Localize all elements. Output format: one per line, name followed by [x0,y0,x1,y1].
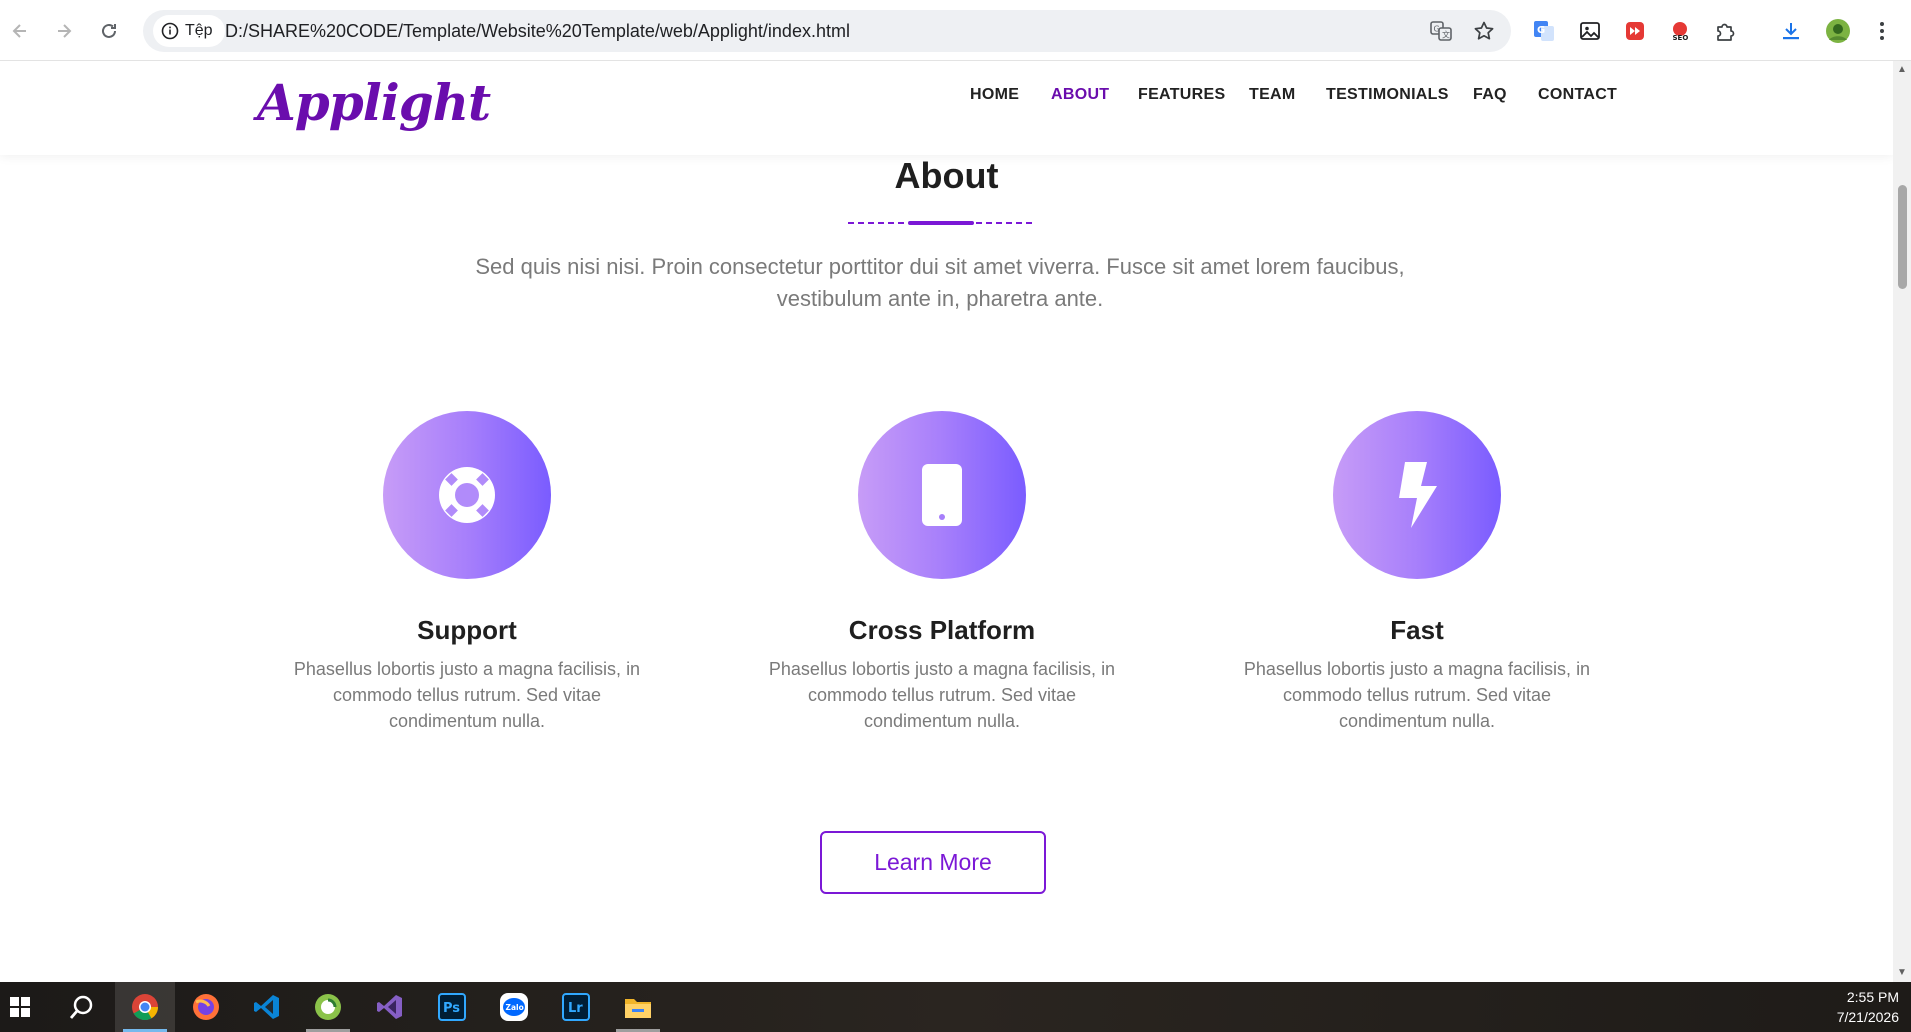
taskbar-firefox[interactable] [176,982,236,1032]
reload-button[interactable] [92,14,126,48]
nav-item-home[interactable]: HOME [970,86,1019,104]
feature-text: Phasellus lobortis justo a magna facilis… [293,659,641,731]
feature-icon-circle [1333,411,1501,579]
google-translate-icon: G [1534,21,1554,41]
svg-text:SEO: SEO [1673,34,1689,42]
visual-studio-icon [377,995,402,1019]
more-vertical-icon [1880,22,1884,40]
feature-card-support: Support Phasellus lobortis justo a magna… [277,411,657,734]
taskbar-lightroom[interactable]: Lr [546,982,606,1032]
taskbar-file-explorer[interactable] [608,982,668,1032]
web-page: Applight HOME ABOUT FEATURES TEAM TESTIM… [0,61,1893,982]
nav-item-faq[interactable]: FAQ [1473,86,1507,104]
windows-start-icon [10,997,30,1017]
site-logo[interactable]: Applight [257,73,491,132]
video-extension[interactable] [1621,17,1649,45]
photoshop-label: Ps [443,1001,460,1016]
scroll-down-arrow[interactable]: ▼ [1897,968,1907,978]
profile-button[interactable] [1824,17,1852,45]
section-lead: Sed quis nisi nisi. Proin consectetur po… [475,254,1405,311]
downloads-button[interactable] [1777,17,1805,45]
photoshop-icon: Ps [438,993,466,1021]
download-icon [1783,23,1799,40]
taskbar-zalo[interactable]: Zalo [484,982,544,1032]
firefox-icon [193,994,219,1020]
taskbar-search[interactable] [52,982,112,1032]
scroll-thumb[interactable] [1898,185,1907,289]
seo-extension[interactable]: SEO [1666,17,1694,45]
image-extension[interactable] [1576,17,1604,45]
nav-item-testimonials[interactable]: TESTIMONIALS [1326,86,1449,104]
scroll-up-arrow[interactable]: ▲ [1897,65,1907,75]
feature-icon-circle [383,411,551,579]
taskbar-chrome[interactable] [115,982,175,1032]
lifebuoy-icon [439,467,495,523]
feature-text: Phasellus lobortis justo a magna facilis… [1243,659,1591,731]
taskbar-visual-studio[interactable] [360,982,420,1032]
taskbar-vscode[interactable] [237,982,297,1032]
vscode-icon [254,995,279,1019]
image-icon [1580,22,1600,40]
bolt-icon [1399,462,1437,528]
search-icon [69,995,93,1019]
svg-text:G: G [1537,25,1545,36]
browser-toolbar: Tệp D:/SHARE%20CODE/Template/Website%20T… [0,0,1911,61]
windows-taskbar: Ps Zalo Lr 2:55 PM 7/21/2026 [0,982,1911,1032]
bookmark-button[interactable] [1472,19,1496,43]
feature-title: Fast [1390,615,1444,645]
nav-item-features[interactable]: FEATURES [1138,86,1225,104]
site-info-label: Tệp [185,22,213,39]
google-translate-extension[interactable]: G [1530,17,1558,45]
info-icon [161,22,179,40]
file-explorer-icon [625,999,651,1018]
zalo-label: Zalo [506,1003,524,1012]
forward-button[interactable] [47,14,81,48]
arrow-left-icon [12,24,26,38]
browser-menu-button[interactable] [1868,17,1896,45]
avatar-icon [1826,19,1850,43]
back-button[interactable] [3,14,37,48]
chrome-icon [132,994,159,1021]
puzzle-icon [1717,23,1735,41]
taskbar-coccoc[interactable] [298,982,358,1032]
feature-title: Cross Platform [848,615,1036,645]
lightroom-icon: Lr [562,993,590,1021]
lightroom-label: Lr [568,1001,583,1016]
star-icon [1474,21,1494,40]
nav-item-about[interactable]: ABOUT [1051,86,1109,104]
arrow-right-icon [58,24,72,38]
clock-date: 7/21/2026 [1836,1009,1899,1025]
address-bar[interactable]: Tệp D:/SHARE%20CODE/Template/Website%20T… [143,10,1511,52]
system-clock[interactable]: 2:55 PM 7/21/2026 [1837,987,1899,1027]
section-title: About [894,155,999,196]
reload-icon [102,23,116,38]
translate-button[interactable]: G文 [1429,19,1453,43]
feature-card-cross-platform: Cross Platform Phasellus lobortis justo … [752,411,1132,734]
site-header: Applight HOME ABOUT FEATURES TEAM TESTIM… [0,61,1893,155]
site-info-chip[interactable]: Tệp [153,15,225,47]
clock-time: 2:55 PM [1846,989,1899,1005]
url-text[interactable]: D:/SHARE%20CODE/Template/Website%20Templ… [225,10,850,52]
screen: Tệp D:/SHARE%20CODE/Template/Website%20T… [0,0,1911,1032]
fast-forward-icon [1626,22,1644,40]
feature-icon-circle [858,411,1026,579]
coccoc-icon [315,994,341,1020]
feature-card-fast: Fast Phasellus lobortis justo a magna fa… [1227,411,1607,734]
svg-text:G: G [1434,25,1440,34]
nav-item-contact[interactable]: CONTACT [1538,86,1617,104]
feature-text: Phasellus lobortis justo a magna facilis… [768,659,1116,731]
zalo-icon: Zalo [500,993,528,1021]
translate-icon: G文 [1430,21,1452,41]
svg-text:文: 文 [1442,30,1450,40]
mobile-icon [922,464,962,526]
nav-item-team[interactable]: TEAM [1249,86,1296,104]
feature-title: Support [417,615,517,645]
page-scrollbar[interactable]: ▲ ▼ [1893,61,1911,982]
seo-icon: SEO [1673,22,1689,42]
learn-more-button[interactable]: Learn More [820,831,1046,894]
taskbar-photoshop[interactable]: Ps [422,982,482,1032]
windows-start-button[interactable] [0,982,40,1032]
title-divider [848,221,1036,225]
extensions-button[interactable] [1711,17,1739,45]
